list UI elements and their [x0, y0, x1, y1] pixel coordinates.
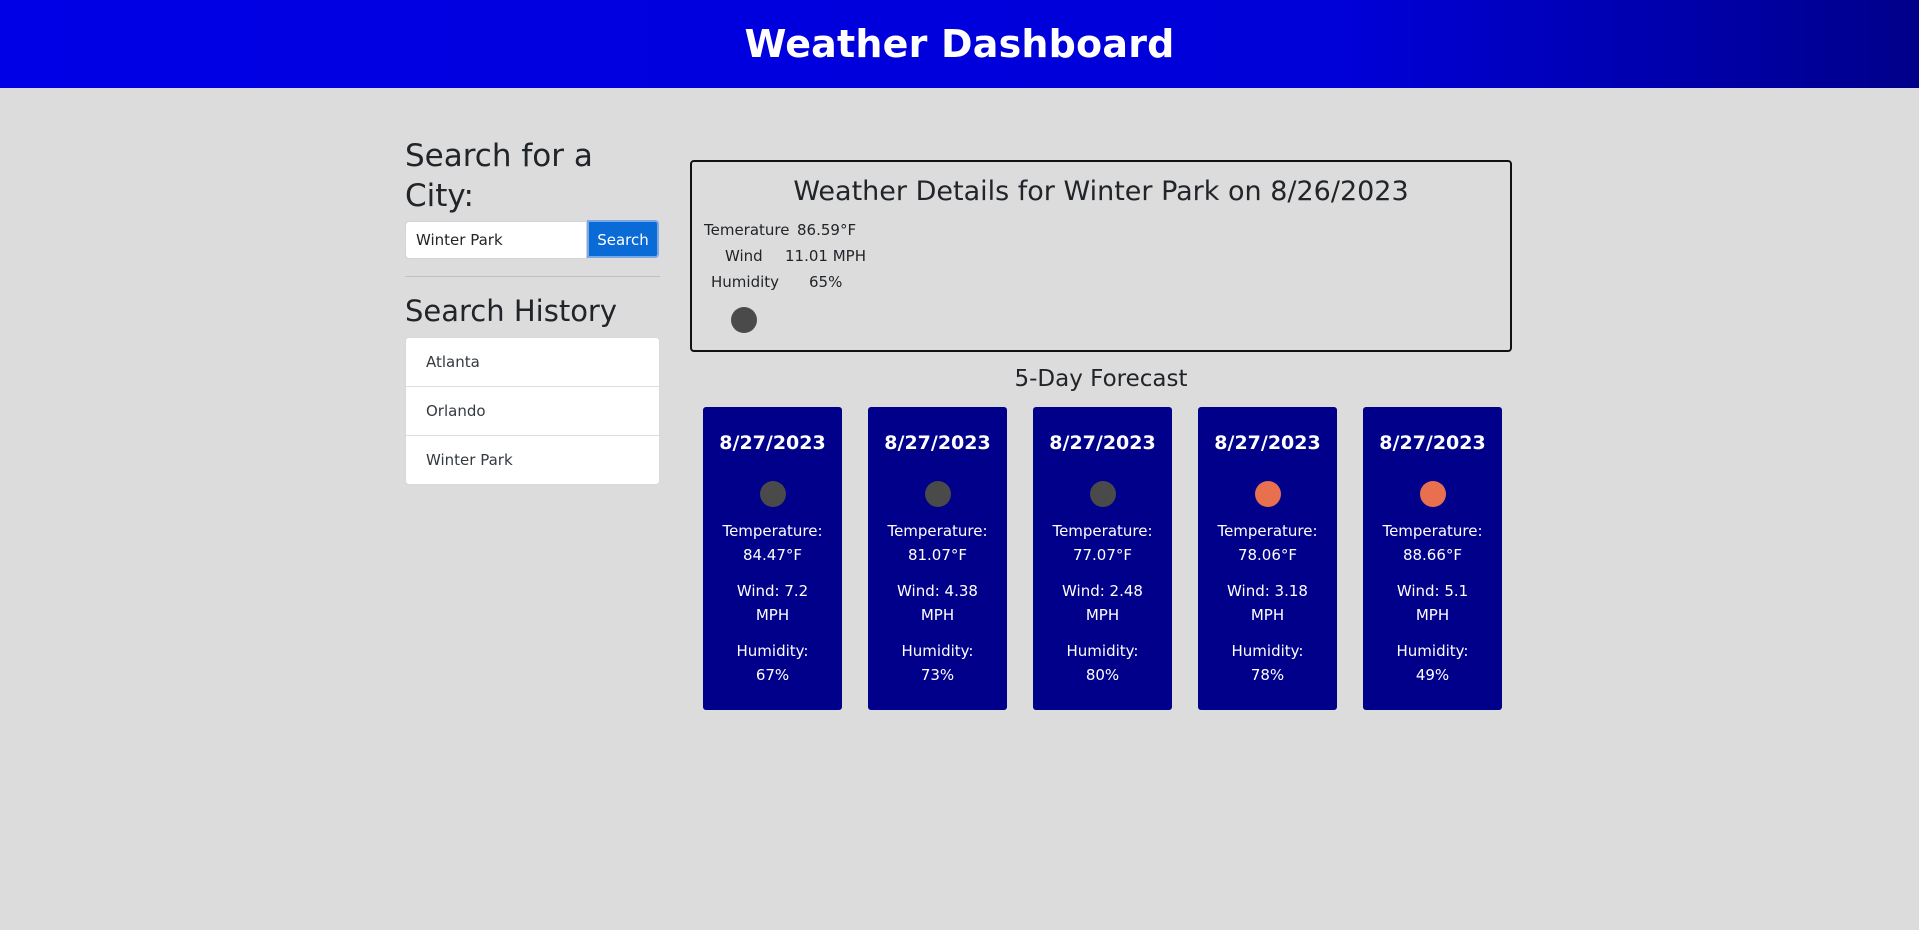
- forecast-date: 8/27/2023: [719, 432, 826, 454]
- forecast-date: 8/27/2023: [884, 432, 991, 454]
- forecast-wind: Wind: 4.38 MPH: [868, 579, 1007, 627]
- city-search-input[interactable]: Winter Park: [405, 221, 587, 259]
- humidity-label: Humidity: [711, 273, 780, 291]
- forecast-wind-label: Wind: 2.48: [1062, 582, 1143, 600]
- forecast-temperature-value: 81.07°F: [907, 546, 968, 564]
- current-weather-title: Weather Details for Winter Park on 8/26/…: [793, 176, 1409, 207]
- forecast-humidity-value: 78%: [1250, 666, 1285, 684]
- forecast-temperature-label: Temperature:: [722, 522, 823, 540]
- forecast-humidity-value: 73%: [920, 666, 955, 684]
- forecast-humidity: Humidity: 67%: [703, 639, 842, 687]
- sidebar-divider: [405, 276, 660, 277]
- forecast-humidity: Humidity: 78%: [1198, 639, 1337, 687]
- search-button[interactable]: Search: [587, 220, 659, 258]
- forecast-temperature: Temperature: 81.07°F: [868, 519, 1007, 567]
- clouds-icon: [731, 307, 757, 333]
- forecast-wind: Wind: 2.48 MPH: [1033, 579, 1172, 627]
- temperature-label: Temerature: [704, 221, 790, 239]
- clouds-icon: [759, 481, 786, 507]
- humidity-value: 65%: [809, 273, 843, 291]
- forecast-humidity: Humidity: 73%: [868, 639, 1007, 687]
- forecast-humidity-label: Humidity:: [1066, 642, 1139, 660]
- forecast-wind-unit: MPH: [1085, 606, 1120, 624]
- forecast-temperature-label: Temperature:: [1052, 522, 1153, 540]
- forecast-date: 8/27/2023: [1214, 432, 1321, 454]
- forecast-humidity-value: 80%: [1085, 666, 1120, 684]
- history-item-atlanta[interactable]: Atlanta: [406, 338, 659, 387]
- forecast-wind: Wind: 5.1 MPH: [1363, 579, 1502, 627]
- page-header: Weather Dashboard: [0, 0, 1919, 88]
- search-history-list: Atlanta Orlando Winter Park: [405, 337, 660, 485]
- forecast-humidity: Humidity: 49%: [1363, 639, 1502, 687]
- search-history-heading: Search History: [405, 294, 618, 328]
- forecast-wind-unit: MPH: [1250, 606, 1285, 624]
- forecast-card: 8/27/2023 Temperature: 77.07°F Wind: 2.4…: [1033, 407, 1172, 710]
- search-form: Winter Park Search: [405, 220, 660, 260]
- forecast-temperature: Temperature: 77.07°F: [1033, 519, 1172, 567]
- forecast-card: 8/27/2023 Temperature: 78.06°F Wind: 3.1…: [1198, 407, 1337, 710]
- forecast-temperature-value: 88.66°F: [1402, 546, 1463, 564]
- page-title: Weather Dashboard: [744, 22, 1175, 66]
- forecast-wind-label: Wind: 5.1: [1396, 582, 1469, 600]
- forecast-wind: Wind: 3.18 MPH: [1198, 579, 1337, 627]
- forecast-wind-unit: MPH: [755, 606, 790, 624]
- sun-icon: [1254, 481, 1281, 507]
- temperature-value: 86.59°F: [797, 221, 857, 239]
- clouds-icon: [924, 481, 951, 507]
- sun-icon: [1419, 481, 1446, 507]
- forecast-heading: 5-Day Forecast: [1014, 366, 1188, 392]
- wind-label: Wind: [725, 247, 763, 265]
- forecast-card: 8/27/2023 Temperature: 88.66°F Wind: 5.1…: [1363, 407, 1502, 710]
- forecast-card: 8/27/2023 Temperature: 84.47°F Wind: 7.2…: [703, 407, 842, 710]
- current-weather-panel: Weather Details for Winter Park on 8/26/…: [690, 160, 1512, 352]
- forecast-date: 8/27/2023: [1049, 432, 1156, 454]
- sidebar: Search for a City: Winter Park Search Se…: [405, 136, 660, 485]
- forecast-wind-unit: MPH: [1415, 606, 1450, 624]
- forecast-humidity-value: 49%: [1415, 666, 1450, 684]
- forecast-humidity-label: Humidity:: [1231, 642, 1304, 660]
- forecast-wind-label: Wind: 4.38: [897, 582, 978, 600]
- forecast-temperature-value: 77.07°F: [1072, 546, 1133, 564]
- forecast-temperature-label: Temperature:: [1217, 522, 1318, 540]
- clouds-icon: [1089, 481, 1116, 507]
- forecast-wind-label: Wind: 7.2: [736, 582, 809, 600]
- forecast-card: 8/27/2023 Temperature: 81.07°F Wind: 4.3…: [868, 407, 1007, 710]
- forecast-temperature: Temperature: 84.47°F: [703, 519, 842, 567]
- forecast-humidity-value: 67%: [755, 666, 790, 684]
- forecast-humidity-label: Humidity:: [1396, 642, 1469, 660]
- forecast-temperature-value: 78.06°F: [1237, 546, 1298, 564]
- forecast-temperature: Temperature: 88.66°F: [1363, 519, 1502, 567]
- history-item-winter-park[interactable]: Winter Park: [406, 436, 659, 484]
- forecast-temperature-label: Temperature:: [887, 522, 988, 540]
- forecast-humidity: Humidity: 80%: [1033, 639, 1172, 687]
- forecast-date: 8/27/2023: [1379, 432, 1486, 454]
- forecast-humidity-label: Humidity:: [736, 642, 809, 660]
- wind-value: 11.01 MPH: [785, 247, 866, 265]
- forecast-wind-unit: MPH: [920, 606, 955, 624]
- history-item-orlando[interactable]: Orlando: [406, 387, 659, 436]
- forecast-temperature-value: 84.47°F: [742, 546, 803, 564]
- forecast-humidity-label: Humidity:: [901, 642, 974, 660]
- search-heading: Search for a City:: [405, 138, 593, 214]
- forecast-temperature-label: Temperature:: [1382, 522, 1483, 540]
- forecast-wind: Wind: 7.2 MPH: [703, 579, 842, 627]
- forecast-temperature: Temperature: 78.06°F: [1198, 519, 1337, 567]
- forecast-wind-label: Wind: 3.18: [1227, 582, 1308, 600]
